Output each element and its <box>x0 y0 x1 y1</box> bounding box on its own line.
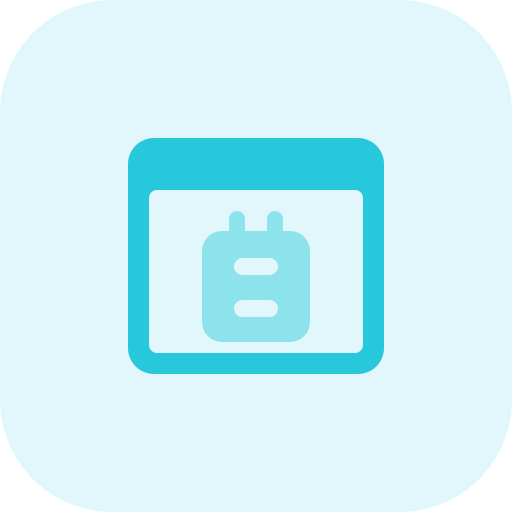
calendar-line-top <box>234 258 278 275</box>
browser-calendar-icon <box>0 0 512 512</box>
app-icon-tile <box>0 0 512 512</box>
calendar-line-bottom <box>234 300 278 317</box>
calendar-body <box>202 231 310 342</box>
